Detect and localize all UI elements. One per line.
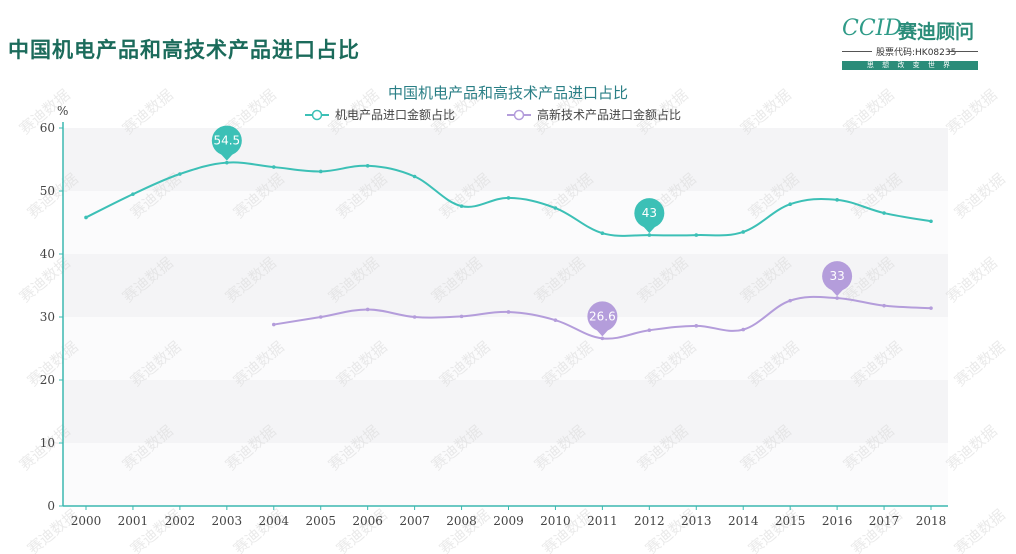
watermark-text: 赛迪数据	[642, 506, 700, 554]
data-point	[882, 211, 886, 215]
data-point	[318, 315, 323, 319]
pin-value: 43	[642, 206, 657, 220]
watermark-text: 赛迪数据	[127, 506, 185, 554]
legend-label: 高新技术产品进口金额占比	[537, 107, 681, 122]
grid-band	[63, 443, 948, 506]
y-tick-label: 50	[40, 184, 55, 198]
watermark-text: 赛迪数据	[951, 338, 1009, 390]
x-tick-label: 2017	[869, 514, 900, 528]
data-point	[788, 202, 792, 207]
data-point	[131, 192, 135, 196]
data-point	[741, 230, 746, 234]
pin-value: 54.5	[213, 134, 240, 148]
data-point	[600, 231, 605, 236]
data-point	[365, 164, 370, 168]
legend: 机电产品进口金额占比 高新技术产品进口金额占比	[305, 107, 681, 122]
data-point	[835, 296, 839, 300]
x-tick-label: 2013	[681, 514, 712, 528]
watermark-text: 赛迪数据	[539, 506, 597, 554]
data-point	[506, 310, 511, 314]
data-point	[225, 160, 229, 165]
x-tick-label: 2012	[634, 514, 665, 528]
x-tick-label: 2007	[399, 514, 430, 528]
watermark-text: 赛迪数据	[436, 506, 494, 554]
x-tick-label: 2003	[212, 514, 243, 528]
watermark-text: 赛迪数据	[951, 170, 1009, 222]
legend-marker	[513, 109, 525, 121]
x-tick-label: 2001	[118, 514, 149, 528]
x-tick-label: 2009	[493, 514, 524, 528]
data-point	[459, 204, 464, 208]
watermark-text: 赛迪数据	[333, 506, 391, 554]
legend-label: 机电产品进口金额占比	[335, 107, 455, 122]
grid-bands	[63, 128, 948, 506]
data-point	[835, 198, 839, 202]
data-point	[647, 233, 652, 237]
data-point	[929, 219, 933, 224]
y-tick-label: 30	[40, 310, 55, 324]
x-tick-label: 2005	[305, 514, 336, 528]
watermark-text: 赛迪数据	[230, 506, 288, 554]
x-tick-label: 2015	[775, 514, 806, 528]
grid-band	[63, 317, 948, 380]
y-tick-label: 10	[40, 436, 55, 450]
data-point	[929, 306, 933, 310]
x-tick-label: 2006	[352, 514, 383, 528]
x-tick-label: 2004	[259, 514, 290, 528]
data-point	[694, 324, 699, 328]
data-point	[365, 307, 370, 312]
data-point	[600, 336, 605, 341]
y-tick-label: 20	[40, 373, 55, 387]
data-point	[412, 174, 417, 179]
watermark-text: 赛迪数据	[943, 422, 1001, 474]
data-point	[553, 318, 558, 322]
watermark-text: 赛迪数据	[943, 254, 1001, 306]
line-chart: 赛迪数据 赛迪数据 赛迪数据 赛迪数据 赛迪数据 赛迪数据 赛迪数据 赛迪数据 赛迪数据 赛迪数据…	[16, 84, 1009, 554]
data-point	[506, 196, 511, 200]
grid-band	[63, 128, 948, 191]
data-point	[741, 327, 746, 332]
data-point	[647, 328, 652, 333]
x-tick-label: 2014	[728, 514, 759, 528]
data-point	[318, 169, 323, 174]
grid-band	[63, 254, 948, 317]
data-point	[459, 314, 464, 319]
data-point	[84, 215, 88, 220]
data-point	[694, 233, 699, 237]
data-point	[412, 315, 417, 319]
pin-value: 33	[829, 269, 844, 283]
x-tick-label: 2016	[822, 514, 853, 528]
grid-band	[63, 191, 948, 254]
chart-title: 中国机电产品和高技术产品进口占比	[388, 84, 628, 102]
data-point	[178, 172, 182, 176]
watermark-text: 赛迪数据	[951, 506, 1009, 554]
data-point	[788, 298, 792, 303]
data-point	[271, 322, 276, 327]
y-axis-unit: %	[57, 104, 68, 118]
x-tick-label: 2010	[540, 514, 571, 528]
pin-value: 26.6	[589, 309, 616, 323]
x-tick-label: 2008	[446, 514, 477, 528]
y-tick-label: 40	[40, 247, 55, 261]
x-tick-label: 2011	[587, 514, 618, 528]
watermark-text: 赛迪数据	[848, 506, 906, 554]
y-tick-label: 60	[40, 121, 55, 135]
data-point	[882, 303, 886, 308]
watermark-text: 赛迪数据	[943, 86, 1001, 138]
grid-band	[63, 380, 948, 443]
data-point	[271, 165, 276, 169]
x-tick-label: 2000	[71, 514, 102, 528]
x-tick-label: 2002	[165, 514, 196, 528]
x-tick-label: 2018	[916, 514, 947, 528]
legend-marker	[311, 109, 323, 121]
watermark-text: 赛迪数据	[745, 506, 803, 554]
y-tick-label: 0	[47, 499, 55, 513]
data-point	[553, 206, 558, 210]
